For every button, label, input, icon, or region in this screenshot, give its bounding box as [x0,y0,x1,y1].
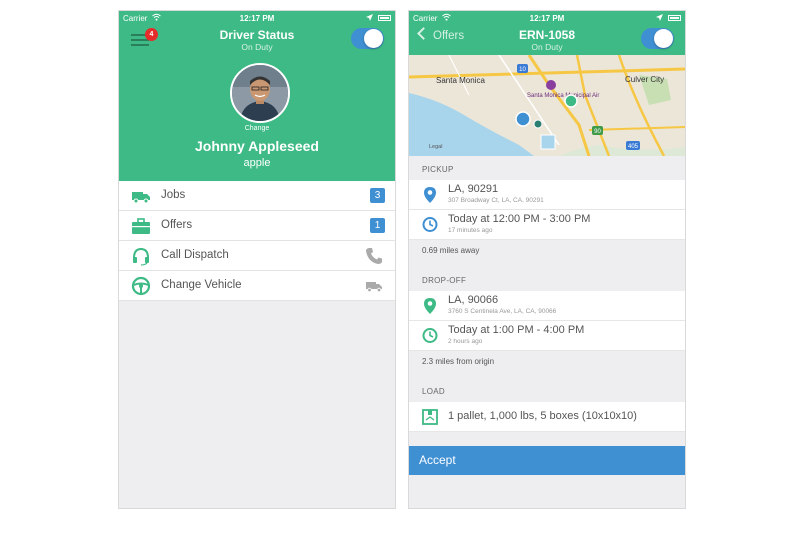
duty-toggle[interactable] [351,28,384,49]
offer-detail-screen: Carrier 12:17 PM Offers ERN-1058 On Duty [408,10,686,509]
dropoff-pin-icon[interactable] [564,94,578,108]
dropoff-section-header: DROP-OFF [422,276,467,285]
jobs-count-badge: 3 [370,188,385,203]
pickup-section-header: PICKUP [422,165,454,174]
toggle-knob [654,29,673,48]
menu-item-label: Call Dispatch [161,249,229,261]
battery-icon [378,15,391,21]
pickup-time: Today at 12:00 PM - 3:00 PM [448,213,591,225]
menu-item-jobs[interactable]: Jobs 3 [119,181,395,211]
dropoff-time-row: Today at 1:00 PM - 4:00 PM 2 hours ago [409,321,685,351]
headset-icon [131,246,151,266]
avatar[interactable] [230,63,290,123]
menu-item-label: Offers [161,219,193,231]
menu-item-label: Jobs [161,189,186,201]
map-label-culver-city: Culver City [625,75,664,84]
road-shield-label: 90 [594,129,601,135]
map-legal-link[interactable]: Legal [429,144,442,150]
menu-item-call-dispatch[interactable]: Call Dispatch [119,241,395,271]
status-bar: Carrier 12:17 PM [119,11,395,27]
menu-item-change-vehicle[interactable]: Change Vehicle [119,271,395,301]
dropoff-location: LA, 90066 [448,294,499,306]
steering-wheel-icon [131,276,151,296]
clock-label: 12:17 PM [529,14,565,23]
battery-icon [668,15,681,21]
dropoff-distance: 2.3 miles from origin [422,357,495,366]
load-section-header: LOAD [422,387,445,396]
menu-item-offers[interactable]: Offers 1 [119,211,395,241]
briefcase-icon [131,216,151,236]
menu-item-label: Change Vehicle [161,279,242,291]
driver-status-screen: Carrier 12:17 PM 4 Driver Status On Duty [118,10,396,509]
location-arrow-icon [656,14,663,23]
location-pin-icon [422,297,438,314]
phone-icon [365,247,383,265]
user-name: Johnny Appleseed [195,138,319,154]
status-bar: Carrier 12:17 PM [409,11,685,27]
pickup-card: LA, 90291 307 Broadway Ct, LA, CA, 90291… [409,180,685,240]
pickup-time-ago: 17 minutes ago [448,227,493,234]
box-icon [422,408,438,425]
side-menu-list: Jobs 3 Offers 1 Call Dispatch Change Veh… [119,181,395,301]
accept-label: Accept [419,453,456,467]
map-label-airport: Santa Monica Municipal Air [527,93,599,99]
offers-count-badge: 1 [370,218,385,233]
road-shield-label: 405 [628,144,639,150]
duty-toggle[interactable] [641,28,674,49]
road-shield-label: 10 [519,67,526,73]
pickup-time-row: Today at 12:00 PM - 3:00 PM 17 minutes a… [409,210,685,240]
dropoff-card: LA, 90066 3760 S Centinela Ave, LA, CA, … [409,291,685,351]
pickup-distance: 0.69 miles away [422,246,480,255]
load-card: 1 pallet, 1,000 lbs, 5 boxes (10x10x10) [409,402,685,432]
clock-label: 12:17 PM [239,14,275,23]
pickup-address: 307 Broadway Ct, LA, CA, 90291 [448,197,544,204]
route-map[interactable]: 10 90 405 Santa Monica Culver City Santa… [409,55,685,156]
load-description: 1 pallet, 1,000 lbs, 5 boxes (10x10x10) [448,410,637,422]
dropoff-time: Today at 1:00 PM - 4:00 PM [448,324,585,336]
location-pin-icon [422,186,438,203]
dropoff-address: 3760 S Centinela Ave, LA, CA, 90066 [448,308,557,315]
accept-button[interactable]: Accept [409,446,685,475]
clock-icon [422,216,438,233]
user-company: apple [243,157,271,169]
change-photo-link[interactable]: Change [119,125,395,132]
truck-icon [131,186,151,206]
toggle-knob [364,29,383,48]
map-label-santa-monica: Santa Monica [436,76,485,85]
truck-icon [365,277,383,295]
dropoff-time-ago: 2 hours ago [448,338,483,345]
clock-icon [422,327,438,344]
offer-header: Carrier 12:17 PM Offers ERN-1058 On Duty [409,11,685,55]
pickup-pin-icon[interactable] [515,111,531,127]
pickup-location-row[interactable]: LA, 90291 307 Broadway Ct, LA, CA, 90291 [409,180,685,210]
location-arrow-icon [366,14,373,23]
dropoff-location-row[interactable]: LA, 90066 3760 S Centinela Ave, LA, CA, … [409,291,685,321]
driver-status-header: Carrier 12:17 PM 4 Driver Status On Duty [119,11,395,181]
load-row: 1 pallet, 1,000 lbs, 5 boxes (10x10x10) [409,402,685,432]
pickup-location: LA, 90291 [448,183,499,195]
